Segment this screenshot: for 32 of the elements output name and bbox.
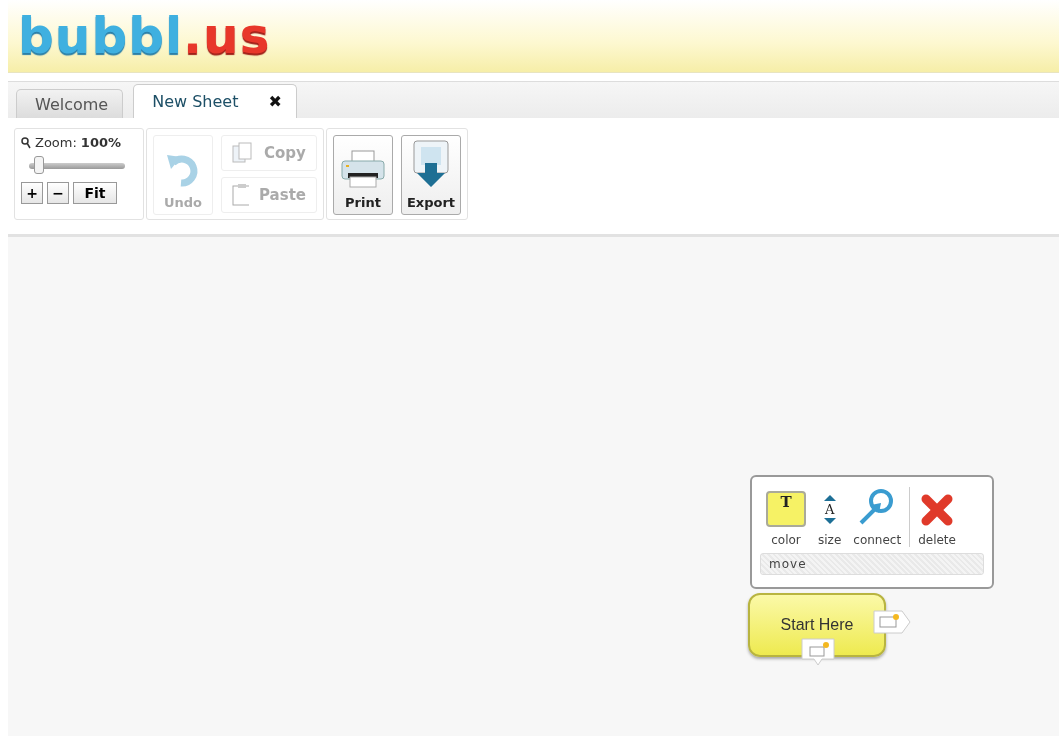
close-tab-button[interactable]: ✖ xyxy=(268,92,282,111)
copy-icon xyxy=(232,142,254,164)
tab-label[interactable]: New Sheet xyxy=(152,92,239,111)
down-arrow-icon xyxy=(822,517,837,525)
export-icon xyxy=(411,139,451,189)
delete-tool[interactable]: delete xyxy=(912,493,962,547)
delete-x-icon xyxy=(920,493,955,527)
export-button[interactable]: Export xyxy=(401,135,461,215)
zoom-in-button[interactable]: + xyxy=(21,182,43,204)
printer-icon xyxy=(340,149,386,189)
add-child-icon[interactable] xyxy=(800,637,836,667)
zoom-value: 100% xyxy=(80,135,122,150)
bubble[interactable]: Start Here xyxy=(748,593,886,657)
move-handle[interactable]: move xyxy=(760,553,984,575)
paste-icon xyxy=(232,184,249,206)
color-swatch: T xyxy=(766,491,806,527)
add-sibling-icon[interactable] xyxy=(872,609,912,635)
logo: bubbl.us xyxy=(18,11,271,61)
search-icon xyxy=(21,136,31,149)
zoom-label: Zoom: xyxy=(35,135,77,150)
tab-label[interactable]: Welcome xyxy=(35,94,109,114)
connect-tool[interactable]: connect xyxy=(847,487,908,547)
tab[interactable]: Welcome xyxy=(16,89,124,118)
up-arrow-icon xyxy=(822,493,837,501)
zoom-out-button[interactable]: − xyxy=(47,182,69,204)
print-button[interactable]: Print xyxy=(333,135,393,215)
color-tool[interactable]: T color xyxy=(760,491,812,547)
tab[interactable]: New Sheet ✖ xyxy=(133,84,297,118)
size-tool[interactable]: A size xyxy=(812,491,848,547)
fit-button[interactable]: Fit xyxy=(73,182,117,204)
slider-thumb[interactable] xyxy=(34,156,45,174)
size-glyph: A xyxy=(824,502,835,516)
